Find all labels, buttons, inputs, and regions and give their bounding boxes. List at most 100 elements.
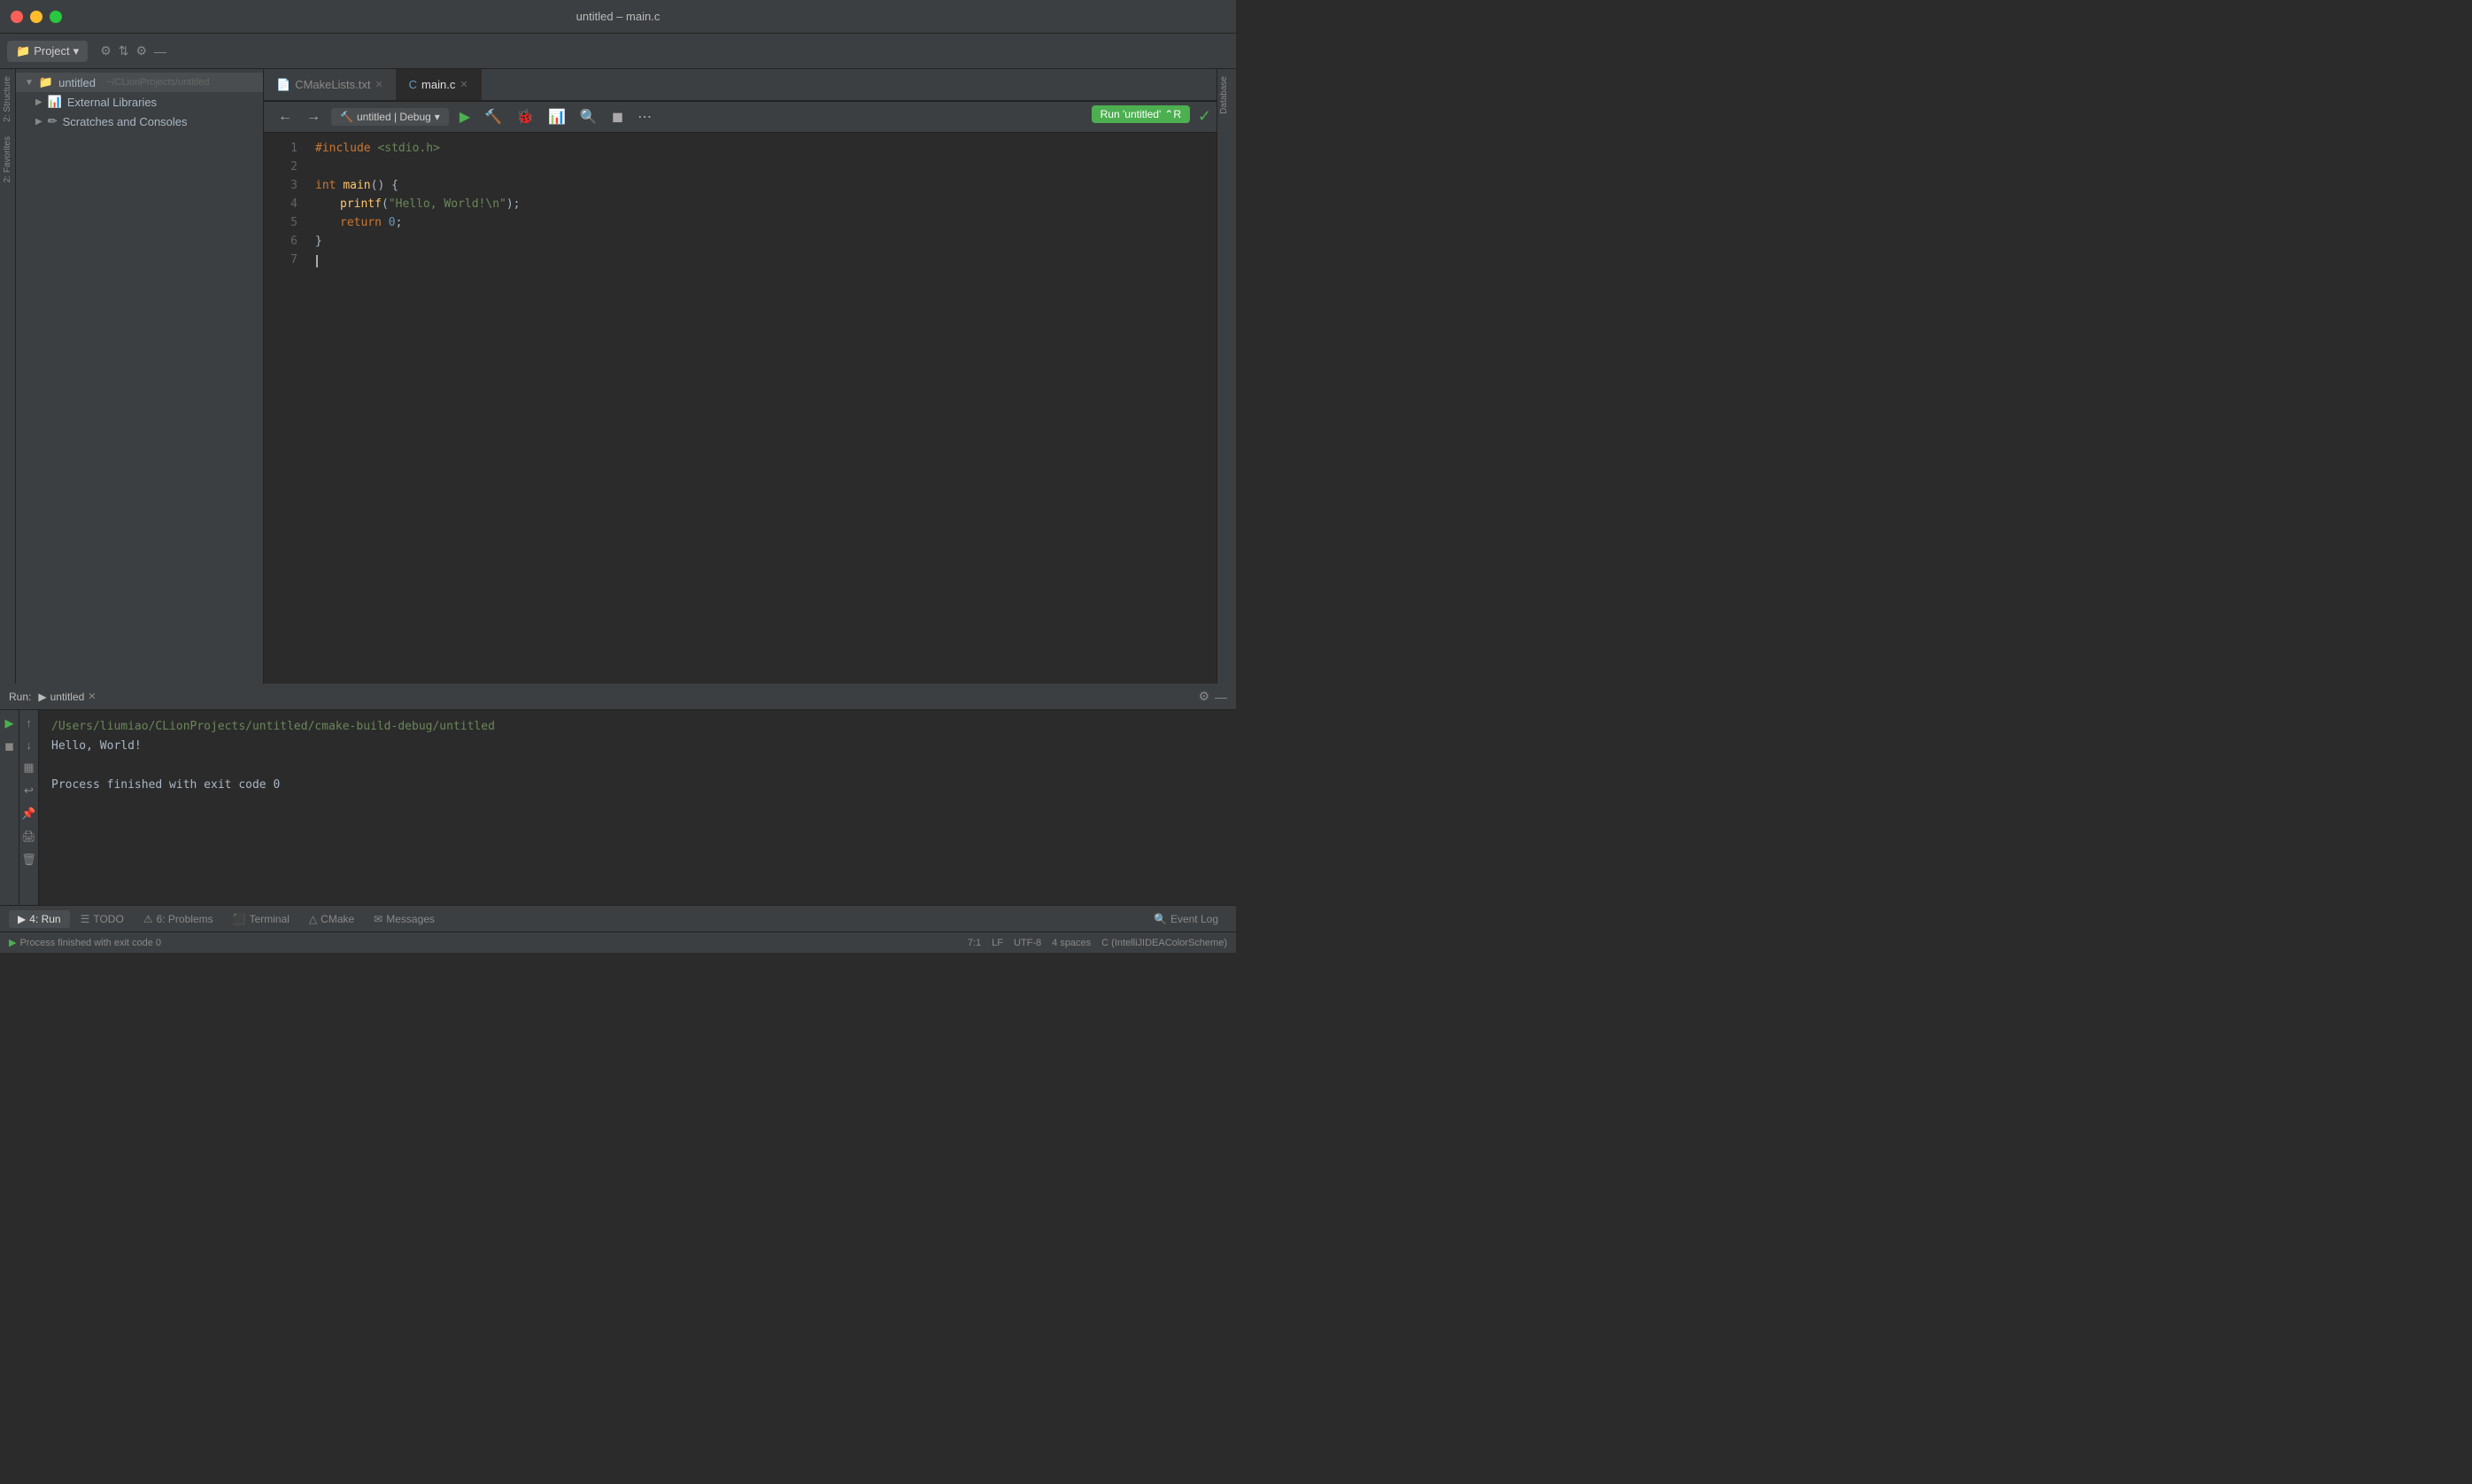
tab-cmake[interactable]: △ CMake [300, 910, 363, 928]
tree-item-project[interactable]: ▼ 📁 untitled ~/CLionProjects/untitled [16, 73, 263, 92]
scratch-icon: ✏ [48, 114, 58, 128]
bottom-left-bar: ▶ ◼ [0, 710, 19, 905]
settings-run-icon[interactable]: ⚙ [1198, 689, 1209, 704]
run-tab-close[interactable]: ✕ [88, 691, 96, 702]
code-content[interactable]: #include <stdio.h> int main() { printf("… [306, 133, 1217, 684]
delete-icon[interactable]: 🗑 [19, 850, 39, 870]
back-icon[interactable]: ← [274, 107, 296, 127]
stop-bottom-icon[interactable]: ◼ [2, 737, 17, 756]
terminal-path-line: /Users/liumiao/CLionProjects/untitled/cm… [51, 717, 1224, 737]
window-controls [11, 11, 62, 23]
code-line-1: #include <stdio.h> [315, 140, 1208, 158]
bottom-content: ▶ ◼ ↑ ↓ ▦ ↩ 📌 🖨 🗑 /Users/liumiao/CLionPr… [0, 710, 1236, 905]
terminal-label: Terminal [250, 913, 290, 925]
editor-area: 📄 CMakeLists.txt ✕ C main.c ✕ ← → 🔨 unti… [264, 69, 1217, 684]
indent-info[interactable]: 4 spaces [1052, 938, 1091, 948]
collapse-icon[interactable]: — [154, 44, 166, 58]
code-editor[interactable]: 1 2 ▶ 3 4 5 6 7 #include <stdio.h> int m… [264, 133, 1217, 684]
maximize-button[interactable] [50, 11, 62, 23]
editor-tabs: 📄 CMakeLists.txt ✕ C main.c ✕ [264, 69, 1217, 101]
window-title: untitled – main.c [576, 10, 660, 23]
terminal-output: /Users/liumiao/CLionProjects/untitled/cm… [39, 710, 1236, 905]
debug-icon[interactable]: 🐞 [513, 106, 537, 128]
lib-icon: 📊 [48, 95, 62, 109]
expand-arrow: ▼ [25, 78, 34, 88]
project-path: ~/CLionProjects/untitled [106, 77, 209, 88]
code-line-6: } [315, 233, 1208, 251]
bottom-status-tabs: ▶ 4: Run ☰ TODO ⚠ 6: Problems ⬛ Terminal… [0, 905, 1236, 931]
tab-main-c[interactable]: C main.c ✕ [397, 69, 482, 100]
terminal-path-text: /Users/liumiao/CLionProjects/untitled/cm… [51, 720, 495, 733]
code-line-7 [315, 251, 1208, 270]
more-icon[interactable]: ⋯ [634, 106, 655, 128]
status-left: ▶ Process finished with exit code 0 [9, 937, 161, 948]
run-shortcut: ⌃R [1164, 108, 1181, 120]
structure-label[interactable]: 2: Structure [1, 69, 14, 129]
line-numbers: 1 2 ▶ 3 4 5 6 7 [264, 133, 306, 684]
cmake-file-icon: 📄 [276, 78, 290, 92]
minimize-button[interactable] [30, 11, 42, 23]
cursor-position[interactable]: 7:1 [968, 938, 981, 948]
encoding[interactable]: UTF-8 [1014, 938, 1041, 948]
pin-icon[interactable]: 📌 [19, 804, 38, 823]
tab-eventlog[interactable]: 🔍 Event Log [1145, 910, 1227, 928]
folder-icon: 📁 [39, 75, 53, 89]
print-icon[interactable]: 🖨 [19, 827, 39, 846]
tab-messages[interactable]: ✉ Messages [365, 910, 444, 928]
project-tab[interactable]: 📁 Project ▾ [7, 41, 88, 62]
grid-icon[interactable]: ▦ [20, 758, 36, 777]
scroll-down-icon[interactable]: ↓ [23, 736, 35, 754]
sync-icon[interactable]: ⚙ [100, 43, 112, 58]
run-header-right: ⚙ — [1198, 689, 1227, 704]
play-bottom-icon[interactable]: ▶ [3, 714, 17, 733]
wrap-icon[interactable]: ↩ [21, 781, 36, 800]
scroll-up-icon[interactable]: ↑ [23, 714, 35, 732]
line-ending[interactable]: LF [992, 938, 1003, 948]
run-config-selector[interactable]: 🔨 untitled | Debug ▾ [331, 108, 449, 126]
tab-todo[interactable]: ☰ TODO [72, 910, 133, 928]
project-tab-label: Project [34, 44, 69, 58]
settings-icon[interactable]: ⚙ [135, 43, 147, 58]
tab-terminal[interactable]: ⬛ Terminal [224, 910, 298, 928]
status-play-icon: ▶ [9, 937, 16, 948]
valgrind-icon[interactable]: 🔍 [576, 106, 601, 128]
tab-problems[interactable]: ⚠ 6: Problems [135, 910, 222, 928]
line-num-6: 6 [264, 233, 297, 251]
run-icon[interactable]: ▶ [456, 106, 474, 128]
tab-close-mainc[interactable]: ✕ [460, 79, 467, 90]
todo-label: TODO [93, 913, 123, 925]
run-tab-icon: ▶ [38, 691, 46, 703]
status-right: 7:1 LF UTF-8 4 spaces C (IntelliJIDEACol… [968, 938, 1227, 948]
run-untitled-badge[interactable]: Run 'untitled' ⌃R [1092, 105, 1190, 123]
problems-label: 6: Problems [157, 913, 213, 925]
tab-cmakelists[interactable]: 📄 CMakeLists.txt ✕ [264, 69, 397, 100]
terminal-status-line: Process finished with exit code 0 [51, 776, 1224, 795]
stop-icon[interactable]: ◼ [608, 106, 627, 128]
bottom-run-bar: ↑ ↓ ▦ ↩ 📌 🖨 🗑 [19, 710, 39, 905]
line-num-2: 2 [264, 158, 297, 177]
tree-item-scratches[interactable]: ▶ ✏ Scratches and Consoles [16, 112, 263, 131]
check-icon: ✓ [1198, 107, 1211, 126]
eventlog-label: Event Log [1170, 913, 1218, 925]
code-line-5: return 0; [315, 214, 1208, 233]
sort-icon[interactable]: ⇅ [119, 43, 129, 58]
tab-close-cmake[interactable]: ✕ [375, 79, 382, 90]
favorites-label[interactable]: 2: Favorites [1, 129, 14, 189]
forward-icon[interactable]: → [303, 107, 324, 127]
run-tab-icon: ▶ [18, 913, 26, 925]
database-label[interactable]: Database [1217, 69, 1231, 121]
chevron-down-icon: ▾ [73, 44, 80, 58]
build-icon[interactable]: 🔨 [481, 106, 506, 128]
cmake-icon: △ [309, 913, 317, 925]
cmake-label: CMake [321, 913, 354, 925]
project-name: untitled [58, 76, 96, 89]
close-run-icon[interactable]: — [1215, 690, 1227, 704]
coverage-icon[interactable]: 📊 [545, 106, 569, 128]
status-message: Process finished with exit code 0 [19, 938, 161, 948]
folder-icon: 📁 [16, 44, 30, 58]
run-header: Run: ▶ untitled ✕ ⚙ — [0, 684, 1236, 710]
tab-run[interactable]: ▶ 4: Run [9, 910, 70, 928]
run-tab[interactable]: ▶ untitled ✕ [38, 691, 96, 703]
tree-item-external-libs[interactable]: ▶ 📊 External Libraries [16, 92, 263, 112]
close-button[interactable] [11, 11, 23, 23]
